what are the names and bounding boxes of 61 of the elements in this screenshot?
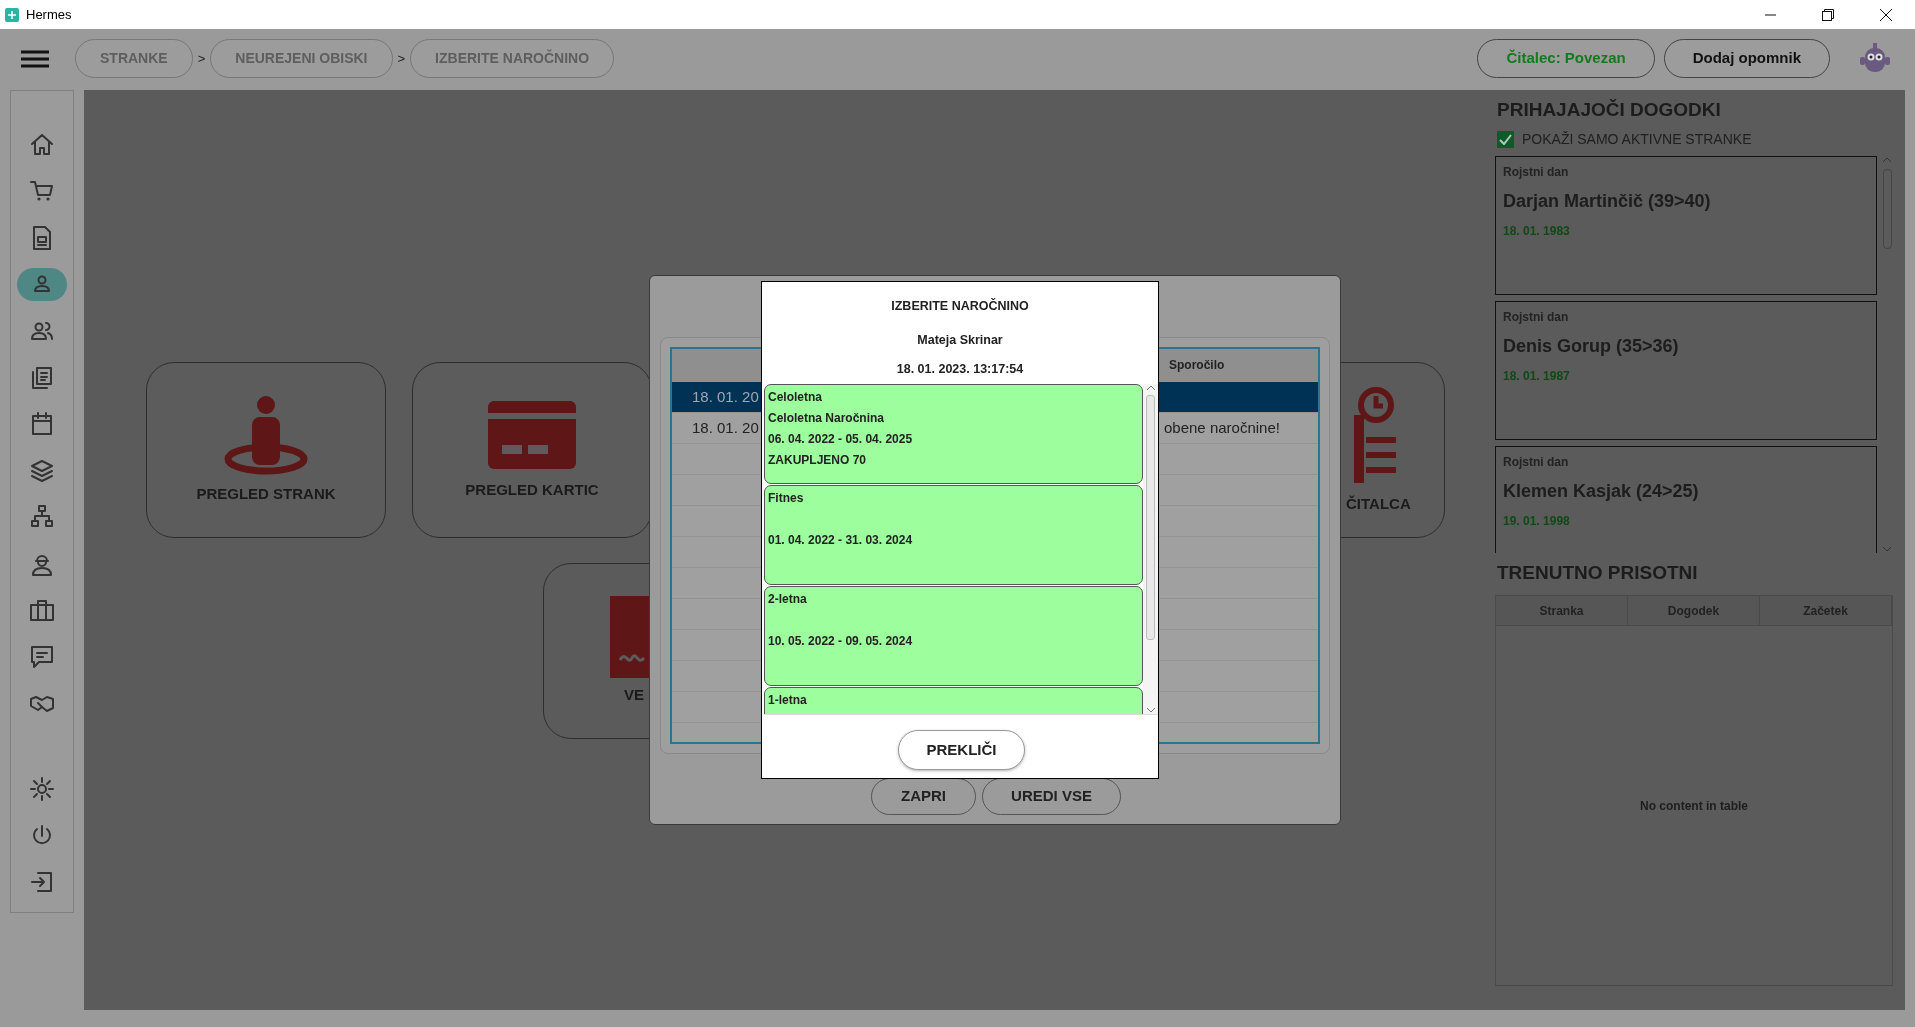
subscription-name: Fitnes <box>768 491 804 505</box>
event-type: Rojstni dan <box>1503 163 1570 181</box>
briefcase-icon <box>29 597 55 624</box>
section-title: PRIHAJAJOČI DOGODKI <box>1497 98 1722 122</box>
filter-checkbox[interactable] <box>1497 130 1514 148</box>
sidebar-item[interactable] <box>17 267 67 302</box>
scroll-down-icon[interactable] <box>1145 707 1156 714</box>
event-type: Rojstni dan <box>1503 453 1570 471</box>
filter-label: POKAŽI SAMO AKTIVNE STRANKE <box>1522 129 1752 149</box>
dialog-button[interactable]: ZAPRI <box>871 778 976 815</box>
subscription-period: 10. 05. 2022 - 09. 05. 2024 <box>768 634 913 648</box>
restore-icon[interactable] <box>1822 8 1834 21</box>
tile-label: PREGLED STRANK <box>196 483 336 504</box>
home-icon <box>29 131 55 158</box>
check-icon <box>1499 133 1512 145</box>
scrollbar-thumb[interactable] <box>1146 395 1155 640</box>
timestamp: 18. 01. 2023. 13:17:54 <box>895 360 1025 378</box>
close-icon[interactable] <box>1880 8 1892 21</box>
card-icon <box>486 398 578 471</box>
settings-icon <box>29 776 55 803</box>
subscription-option[interactable]: 1-letna <box>764 687 1143 714</box>
subscription-period: 01. 04. 2022 - 31. 03. 2024 <box>768 533 913 547</box>
dialog-button[interactable]: UREDI VSE <box>982 778 1121 815</box>
breadcrumb-separator: > <box>397 49 406 68</box>
layers-icon <box>29 457 55 484</box>
subscription-period: 06. 04. 2022 - 05. 04. 2025 <box>768 432 913 446</box>
client-name: Mateja Skrinar <box>916 331 1004 349</box>
subscription-name: 1-letna <box>768 693 807 707</box>
table-cell: 18. 01. 20 <box>692 387 759 405</box>
event-name: Denis Gorup (35>36) <box>1503 334 1680 358</box>
empty-table-text: No content in table <box>1640 797 1748 815</box>
event-type: Rojstni dan <box>1503 308 1570 326</box>
event-name: Darjan Martinčič (39>40) <box>1503 189 1712 213</box>
tile-label: PREGLED KARTIC <box>465 479 599 500</box>
table-cell: obene naročnine! <box>1164 418 1280 436</box>
app-icon <box>4 6 20 23</box>
add-reminder-button[interactable]: Dodaj opomnik <box>1663 39 1830 78</box>
chat-icon <box>29 643 55 670</box>
table-cell: 18. 01. 20 <box>692 418 759 436</box>
subscription-option[interactable]: Fitnes 01. 04. 2022 - 31. 03. 2024 <box>764 485 1143 585</box>
event-date: 18. 01. 1987 <box>1503 367 1571 385</box>
dialog-title: IZBERITE NAROČNINO <box>890 297 1030 315</box>
window-title: Hermes <box>26 5 72 24</box>
subscription-note: ZAKUPLJENO 70 <box>768 453 867 467</box>
event-date: 19. 01. 1998 <box>1503 512 1571 530</box>
subscription-name: Celoletna <box>768 390 822 404</box>
copies-icon <box>29 364 55 391</box>
section-title: TRENUTNO PRISOTNI <box>1497 560 1699 585</box>
calendar-icon <box>29 411 55 438</box>
tile-label: ČITALCA <box>1346 493 1412 514</box>
event-date: 18. 01. 1983 <box>1503 222 1571 240</box>
breadcrumb-separator: > <box>197 49 206 68</box>
subscription-option[interactable]: Celoletna Celoletna Naročnina 06. 04. 2022 - 05. 04. 2025 ZAKUPLJENO 70 <box>764 384 1143 484</box>
column-header: Sporočilo <box>1169 358 1225 372</box>
event-name: Klemen Kasjak (24>25) <box>1503 479 1700 503</box>
scroll-up-icon[interactable] <box>1145 384 1156 391</box>
menu-icon[interactable] <box>21 49 49 68</box>
subscription-option[interactable]: 2-letna 10. 05. 2022 - 09. 05. 2024 <box>764 586 1143 686</box>
subscription-name: 2-letna <box>768 592 807 606</box>
subscription-description: Celoletna Naročnina <box>768 411 885 425</box>
cancel-button[interactable]: PREKLIČI <box>898 730 1025 770</box>
